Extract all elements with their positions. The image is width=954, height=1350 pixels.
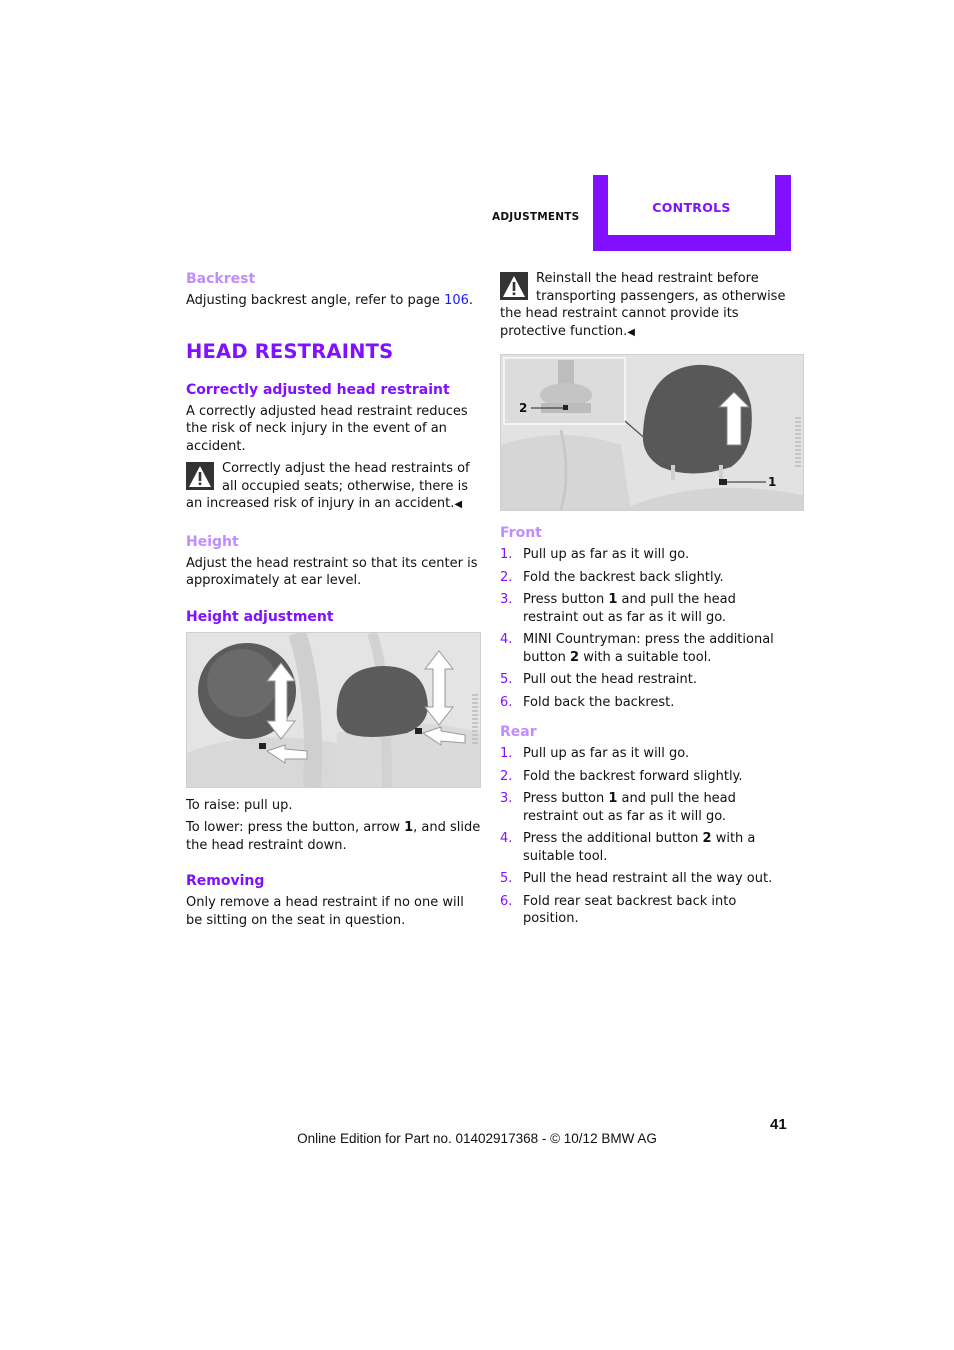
footer-edition: Online Edition for Part no. 01402917368 …: [297, 1131, 657, 1146]
front-heading: Front: [500, 525, 542, 541]
warning-triangle-icon: [186, 462, 214, 490]
step-number: 3.: [500, 791, 513, 806]
step-number: 5.: [500, 871, 513, 886]
backrest-text: Adjusting backrest angle, refer to page …: [186, 293, 474, 308]
step-item: 5. Pull the head restraint all the way ou…: [500, 870, 792, 888]
step-text: Fold the backrest back slightly.: [523, 569, 724, 585]
section-label: ADJUSTMENTS: [492, 211, 580, 223]
step-item: 6. Fold back the backrest.: [500, 694, 792, 712]
figure-code: [795, 417, 801, 467]
height-heading: Height: [186, 533, 239, 550]
removing-heading: Removing: [186, 873, 265, 889]
step-item: 5. Pull out the head restraint.: [500, 671, 792, 689]
step-text: Press the additional button 2 with a sui…: [523, 831, 756, 864]
figure-code: [472, 694, 478, 745]
end-mark-icon: ◀: [627, 326, 635, 338]
step-item: 6. Fold rear seat backrest back into posi…: [500, 893, 792, 928]
removal-illustration: 2 1: [501, 355, 803, 510]
removal-figure: 2 1: [500, 354, 804, 511]
step-text: MINI Countryman: press the additional bu…: [523, 632, 774, 665]
warning-text: Reinstall the head restraint before tran…: [500, 271, 786, 339]
step-number: 5.: [500, 672, 513, 687]
front-steps-list: 1. Pull up as far as it will go. 2. Fold th…: [500, 546, 792, 711]
step-text: Fold back the backrest.: [523, 694, 675, 710]
step-number: 1.: [500, 746, 513, 761]
page-link[interactable]: 106: [444, 293, 469, 308]
chapter-tab-label: CONTROLS: [652, 199, 731, 215]
step-text: Press button 1 and pull the head restrai…: [523, 592, 736, 625]
step-number: 6.: [500, 694, 513, 710]
step-text: Pull up as far as it will go.: [523, 746, 690, 761]
step-text: Fold rear seat backrest back into positi…: [523, 893, 737, 927]
removing-text: Only remove a head restraint if no one w…: [186, 895, 464, 928]
step-item: 1. Pull up as far as it will go.: [500, 745, 792, 763]
raise-text: To raise: pull up.: [186, 797, 293, 813]
rear-heading: Rear: [500, 724, 537, 740]
step-item: 2. Fold the backrest forward slightly.: [500, 768, 792, 786]
step-item: 4. Press the additional button 2 with a s…: [500, 830, 792, 865]
step-number: 6.: [500, 893, 513, 909]
step-number: 2.: [500, 569, 513, 585]
step-number: 3.: [500, 592, 513, 607]
step-number: 1.: [500, 547, 513, 562]
step-number: 4.: [500, 632, 513, 647]
step-text: Press button 1 and pull the head restrai…: [523, 791, 736, 824]
correct-text: A correctly adjusted head restraint redu…: [186, 403, 468, 454]
warning-note: Correctly adjust the head restraints of …: [186, 460, 481, 514]
rear-steps-list: 1. Pull up as far as it will go. 2. Fold th…: [500, 745, 792, 928]
warning-triangle-icon: [500, 272, 528, 300]
callout-1: 1: [768, 475, 776, 489]
step-number: 2.: [500, 768, 513, 784]
step-number: 4.: [500, 831, 513, 846]
end-mark-icon: ◀: [454, 499, 463, 510]
lower-text: To lower: press the button, arrow 1, and…: [186, 820, 481, 853]
step-text: Fold the backrest forward slightly.: [523, 768, 743, 784]
left-column: Backrest Adjusting backrest angle, refer…: [186, 270, 481, 929]
warning-note-reinstall: Reinstall the head restraint before tran…: [500, 270, 792, 341]
step-item: 1. Pull up as far as it will go.: [500, 546, 792, 564]
step-text: Pull up as far as it will go.: [523, 547, 690, 562]
callout-2: 2: [519, 401, 527, 415]
backrest-heading: Backrest: [186, 271, 256, 287]
height-adjustment-heading: Height adjustment: [186, 608, 334, 625]
correct-heading: Correctly adjusted head restraint: [186, 381, 450, 398]
step-item: 4. MINI Countryman: press the additional …: [500, 631, 792, 666]
head-restraint-illustration: [187, 632, 480, 787]
step-text: Pull out the head restraint.: [523, 672, 698, 687]
step-text: Pull the head restraint all the way out.: [523, 871, 773, 886]
height-adjustment-figure: [186, 631, 481, 788]
chapter-tab[interactable]: CONTROLS: [593, 175, 791, 251]
step-item: 3. Press button 1 and pull the head restr…: [500, 591, 792, 626]
warning-text: Correctly adjust the head restraints of …: [186, 461, 470, 511]
step-item: 3. Press button 1 and pull the head restr…: [500, 790, 792, 825]
page-title: HEAD RESTRAINTS: [186, 339, 394, 363]
height-text: Adjust the head restraint so that its ce…: [186, 555, 478, 589]
step-item: 2. Fold the backrest back slightly.: [500, 569, 792, 587]
right-column: Reinstall the head restraint before tran…: [500, 270, 804, 933]
